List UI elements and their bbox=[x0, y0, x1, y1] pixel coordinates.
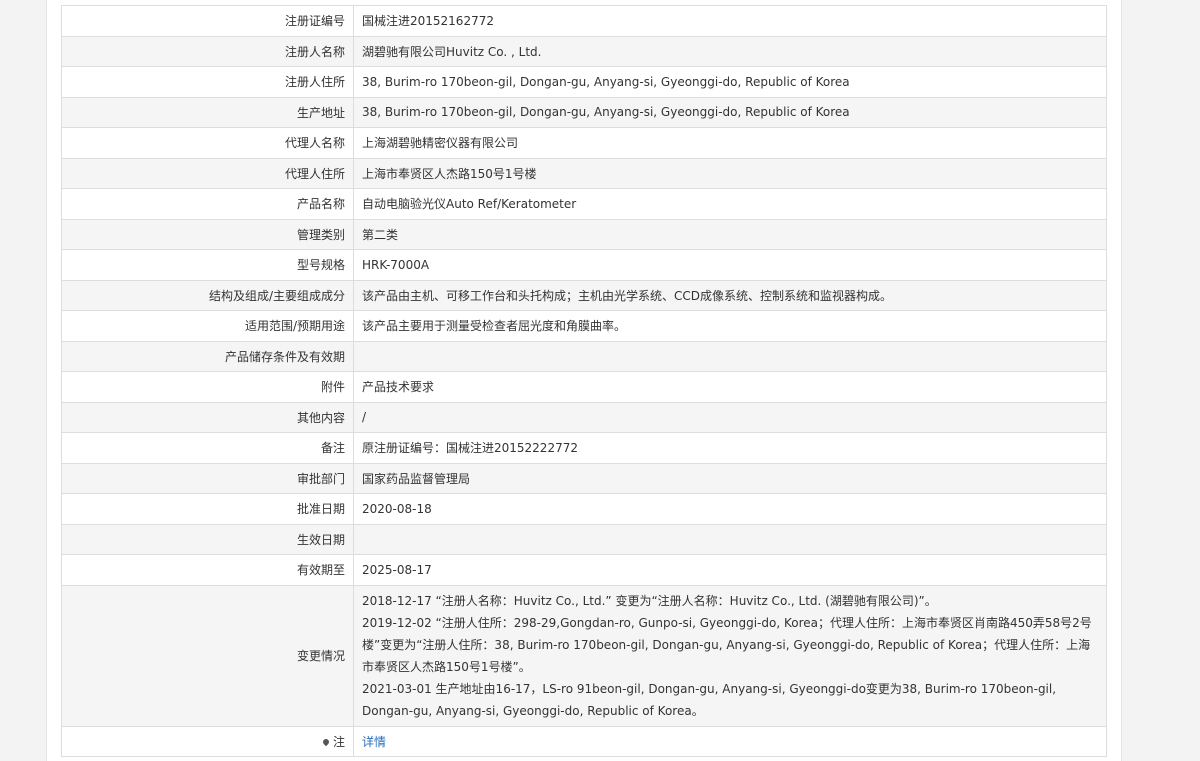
row-value: 国械注进20152162772 bbox=[353, 5, 1107, 37]
row-value: 原注册证编号：国械注进20152222772 bbox=[353, 432, 1107, 464]
change-entry: 2021-03-01 生产地址由16-17，LS-ro 91beon-gil, … bbox=[362, 681, 1057, 718]
table-row: 注册人名称 湖碧驰有限公司Huvitz Co. , Ltd. bbox=[61, 35, 1107, 67]
row-value: 国家药品监督管理局 bbox=[353, 462, 1107, 494]
note-value-cell: 详情 bbox=[353, 725, 1107, 757]
table-row: 备注 原注册证编号：国械注进20152222772 bbox=[61, 432, 1107, 464]
change-entry: 2019-12-02 “注册人住所：298-29,Gongdan-ro, Gun… bbox=[362, 615, 1092, 674]
row-label: 注册人名称 bbox=[61, 35, 354, 67]
row-value bbox=[353, 340, 1107, 372]
row-label: 注册人住所 bbox=[61, 66, 354, 98]
change-history-value: 2018-12-17 “注册人名称：Huvitz Co., Ltd.” 变更为“… bbox=[353, 584, 1107, 727]
content-panel: 注册证编号 国械注进20152162772 注册人名称 湖碧驰有限公司Huvitz … bbox=[46, 0, 1122, 761]
table-row: 代理人名称 上海湖碧驰精密仪器有限公司 bbox=[61, 127, 1107, 159]
change-history-row: 变更情况 2018-12-17 “注册人名称：Huvitz Co., Ltd.”… bbox=[61, 584, 1107, 727]
table-row: 生效日期 bbox=[61, 523, 1107, 555]
table-row: 注册证编号 国械注进20152162772 bbox=[61, 5, 1107, 37]
row-value: 湖碧驰有限公司Huvitz Co. , Ltd. bbox=[353, 35, 1107, 67]
table-body: 注册证编号 国械注进20152162772 注册人名称 湖碧驰有限公司Huvitz … bbox=[61, 5, 1107, 757]
table-row: 审批部门 国家药品监督管理局 bbox=[61, 462, 1107, 494]
row-value: 上海湖碧驰精密仪器有限公司 bbox=[353, 127, 1107, 159]
details-link[interactable]: 详情 bbox=[362, 735, 386, 749]
row-label: 型号规格 bbox=[61, 249, 354, 281]
note-label: 注 bbox=[332, 734, 345, 749]
table-row: 生产地址 38, Burim-ro 170beon-gil, Dongan-gu,… bbox=[61, 96, 1107, 128]
row-value: 上海市奉贤区人杰路150号1号楼 bbox=[353, 157, 1107, 189]
row-value: 该产品主要用于测量受检查者屈光度和角膜曲率。 bbox=[353, 310, 1107, 342]
row-label: 代理人名称 bbox=[61, 127, 354, 159]
table-row: 型号规格 HRK-7000A bbox=[61, 249, 1107, 281]
row-label: 管理类别 bbox=[61, 218, 354, 250]
row-value: 2025-08-17 bbox=[353, 554, 1107, 586]
row-label: 产品名称 bbox=[61, 188, 354, 220]
row-label: 附件 bbox=[61, 371, 354, 403]
location-pin-icon bbox=[321, 737, 331, 746]
row-label: 注册证编号 bbox=[61, 5, 354, 37]
table-row: 注册人住所 38, Burim-ro 170beon-gil, Dongan-gu… bbox=[61, 66, 1107, 98]
row-label: 变更情况 bbox=[61, 584, 354, 727]
row-value: 第二类 bbox=[353, 218, 1107, 250]
table-row: 管理类别 第二类 bbox=[61, 218, 1107, 250]
row-label: 备注 bbox=[61, 432, 354, 464]
row-label: 有效期至 bbox=[61, 554, 354, 586]
row-value: HRK-7000A bbox=[353, 249, 1107, 281]
row-value: 2020-08-18 bbox=[353, 493, 1107, 525]
row-label: 生产地址 bbox=[61, 96, 354, 128]
row-label: 审批部门 bbox=[61, 462, 354, 494]
table-row: 代理人住所 上海市奉贤区人杰路150号1号楼 bbox=[61, 157, 1107, 189]
row-value: / bbox=[353, 401, 1107, 433]
note-row: 注 详情 bbox=[61, 725, 1107, 757]
table-row: 有效期至 2025-08-17 bbox=[61, 554, 1107, 586]
row-value bbox=[353, 523, 1107, 555]
row-value: 38, Burim-ro 170beon-gil, Dongan-gu, Any… bbox=[353, 96, 1107, 128]
change-entry: 2018-12-17 “注册人名称：Huvitz Co., Ltd.” 变更为“… bbox=[362, 593, 937, 608]
row-label: 批准日期 bbox=[61, 493, 354, 525]
row-value: 该产品由主机、可移工作台和头托构成；主机由光学系统、CCD成像系统、控制系统和监… bbox=[353, 279, 1107, 311]
row-value: 38, Burim-ro 170beon-gil, Dongan-gu, Any… bbox=[353, 66, 1107, 98]
row-label: 生效日期 bbox=[61, 523, 354, 555]
table-row: 产品名称 自动电脑验光仪Auto Ref/Keratometer bbox=[61, 188, 1107, 220]
table-row: 产品储存条件及有效期 bbox=[61, 340, 1107, 372]
row-label: 结构及组成/主要组成成分 bbox=[61, 279, 354, 311]
row-value: 自动电脑验光仪Auto Ref/Keratometer bbox=[353, 188, 1107, 220]
table-row: 批准日期 2020-08-18 bbox=[61, 493, 1107, 525]
table-row: 结构及组成/主要组成成分 该产品由主机、可移工作台和头托构成；主机由光学系统、CC… bbox=[61, 279, 1107, 311]
row-label: 其他内容 bbox=[61, 401, 354, 433]
row-label: 代理人住所 bbox=[61, 157, 354, 189]
row-value: 产品技术要求 bbox=[353, 371, 1107, 403]
row-label: 适用范围/预期用途 bbox=[61, 310, 354, 342]
table-row: 适用范围/预期用途 该产品主要用于测量受检查者屈光度和角膜曲率。 bbox=[61, 310, 1107, 342]
row-label: 产品储存条件及有效期 bbox=[61, 340, 354, 372]
table-row: 附件 产品技术要求 bbox=[61, 371, 1107, 403]
table-row: 其他内容 / bbox=[61, 401, 1107, 433]
registration-info-table: 注册证编号 国械注进20152162772 注册人名称 湖碧驰有限公司Huvitz … bbox=[61, 5, 1107, 757]
note-label-cell: 注 bbox=[61, 725, 354, 757]
